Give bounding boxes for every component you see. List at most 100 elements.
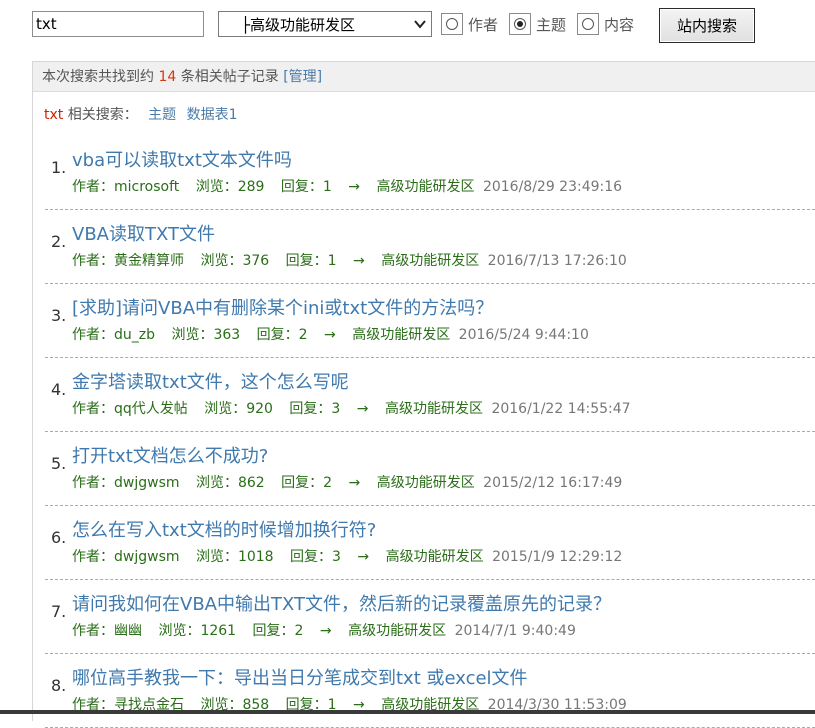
result-item: 1. vba可以读取txt文本文件吗 作者：microsoft 浏览：289 回… — [45, 136, 815, 210]
result-number: 6. — [51, 528, 67, 547]
result-date: 2015/1/9 12:29:12 — [492, 549, 623, 565]
radio-content[interactable]: 内容 — [577, 13, 634, 35]
result-date: 2016/8/29 23:49:16 — [482, 179, 623, 195]
result-author[interactable]: 作者：幽幽 — [72, 623, 142, 639]
result-views: 浏览：920 — [204, 401, 273, 417]
result-author[interactable]: 作者：dwjgwsm — [72, 475, 180, 491]
result-number: 3. — [51, 306, 67, 325]
search-button[interactable]: 站内搜索 — [659, 8, 755, 43]
keyword-input[interactable] — [32, 11, 204, 37]
result-title-link[interactable]: 打开txt文档怎么不成功? — [72, 442, 268, 468]
forum-select-value: ├高级功能研发区 — [241, 16, 356, 34]
result-forum-link[interactable]: 高级功能研发区 — [385, 401, 483, 417]
summary-prefix: 本次搜索共找到约 — [42, 69, 154, 85]
result-author[interactable]: 作者：黄金精算师 — [72, 253, 184, 269]
search-bar: ├高级功能研发区 作者 主题 内容 站内搜索 — [0, 0, 815, 52]
result-date: 2016/5/24 9:44:10 — [458, 327, 589, 343]
radio-content-control[interactable] — [577, 13, 599, 35]
result-author[interactable]: 作者：microsoft — [72, 179, 179, 195]
result-count: 14 — [158, 69, 177, 85]
arrow-icon: → — [356, 401, 369, 417]
result-meta: 作者：dwjgwsm 浏览：1018 回复：3 → 高级功能研发区 2015/1… — [72, 546, 622, 566]
result-number: 8. — [51, 676, 67, 695]
manage-link[interactable]: [管理] — [283, 69, 322, 85]
result-title-link[interactable]: [求助]请问VBA中有删除某个ini或txt文件的方法吗？ — [72, 294, 493, 320]
result-item: 2. VBA读取TXT文件 作者：黄金精算师 浏览：376 回复：1 → 高级功… — [45, 210, 815, 284]
result-date: 2016/7/13 17:26:10 — [487, 253, 627, 269]
result-meta: 作者：dwjgwsm 浏览：862 回复：2 → 高级功能研发区 2015/2/… — [72, 472, 622, 492]
result-item: 7. 请问我如何在VBA中输出TXT文件，然后新的记录覆盖原先的记录？ 作者：幽… — [45, 580, 815, 654]
result-forum-link[interactable]: 高级功能研发区 — [377, 475, 475, 491]
radio-dot-icon — [517, 21, 523, 27]
related-keyword: txt — [44, 107, 64, 123]
result-meta: 作者：黄金精算师 浏览：376 回复：1 → 高级功能研发区 2016/7/13… — [72, 250, 627, 270]
arrow-icon: → — [348, 475, 361, 491]
arrow-icon: → — [348, 179, 361, 195]
result-forum-link[interactable]: 高级功能研发区 — [348, 623, 446, 639]
result-number: 7. — [51, 602, 67, 621]
result-replies: 回复：2 — [256, 327, 308, 343]
result-meta: 作者：microsoft 浏览：289 回复：1 → 高级功能研发区 2016/… — [72, 176, 622, 196]
result-forum-link[interactable]: 高级功能研发区 — [386, 549, 484, 565]
radio-subject-label: 主题 — [536, 15, 567, 34]
result-title-link[interactable]: VBA读取TXT文件 — [72, 220, 215, 246]
result-replies: 回复：1 — [285, 253, 337, 269]
result-views: 浏览：1261 — [158, 623, 237, 639]
result-number: 4. — [51, 380, 67, 399]
result-number: 2. — [51, 232, 67, 251]
result-number: 1. — [51, 158, 67, 177]
radio-circle-icon — [582, 18, 594, 30]
result-forum-link[interactable]: 高级功能研发区 — [352, 327, 450, 343]
radio-author-label: 作者 — [468, 15, 499, 34]
radio-subject-control[interactable] — [509, 13, 531, 35]
radio-author-control[interactable] — [441, 13, 463, 35]
result-item: 8. 哪位高手教我一下：导出当日分笔成交到txt 或excel文件 作者：寻找点… — [45, 654, 815, 728]
arrow-icon: → — [324, 327, 336, 343]
forum-select[interactable]: ├高级功能研发区 — [218, 11, 432, 37]
result-views: 浏览：376 — [200, 253, 270, 269]
result-date: 2016/1/22 14:55:47 — [491, 401, 631, 417]
result-item: 3. [求助]请问VBA中有删除某个ini或txt文件的方法吗？ 作者：du_z… — [45, 284, 815, 358]
result-date: 2014/7/1 9:40:49 — [454, 623, 576, 639]
result-forum-link[interactable]: 高级功能研发区 — [376, 179, 474, 195]
chevron-down-icon — [413, 17, 427, 35]
result-title-link[interactable]: 金字塔读取txt文件，这个怎么写呢 — [72, 368, 349, 394]
result-views: 浏览：363 — [171, 327, 241, 343]
result-replies: 回复：1 — [280, 179, 332, 195]
result-item: 4. 金字塔读取txt文件，这个怎么写呢 作者：qq代人发帖 浏览：920 回复… — [45, 358, 815, 432]
radio-content-label: 内容 — [604, 15, 635, 34]
result-title-link[interactable]: 哪位高手教我一下：导出当日分笔成交到txt 或excel文件 — [72, 664, 528, 690]
result-views: 浏览：289 — [195, 179, 265, 195]
related-searches: txt 相关搜索： 主题 数据表1 — [44, 104, 238, 124]
result-forum-link[interactable]: 高级功能研发区 — [381, 253, 479, 269]
radio-circle-icon — [446, 18, 458, 30]
result-item: 5. 打开txt文档怎么不成功? 作者：dwjgwsm 浏览：862 回复：2 … — [45, 432, 815, 506]
arrow-icon: → — [357, 549, 370, 565]
result-author[interactable]: 作者：qq代人发帖 — [72, 401, 188, 417]
related-link-table[interactable]: 数据表1 — [187, 107, 238, 123]
results-panel: 本次搜索共找到约 14 条相关帖子记录 [管理] txt 相关搜索： 主题 数据… — [32, 61, 815, 728]
result-replies: 回复：2 — [252, 623, 304, 639]
result-meta: 作者：幽幽 浏览：1261 回复：2 → 高级功能研发区 2014/7/1 9:… — [72, 620, 576, 640]
radio-selected-icon — [514, 18, 526, 30]
radio-subject[interactable]: 主题 — [509, 13, 566, 35]
result-author[interactable]: 作者：dwjgwsm — [72, 549, 180, 565]
result-author[interactable]: 作者：du_zb — [72, 327, 155, 343]
related-label: 相关搜索： — [67, 107, 138, 123]
related-link-subject[interactable]: 主题 — [148, 107, 176, 123]
result-title-link[interactable]: 怎么在写入txt文档的时候增加换行符? — [72, 516, 376, 542]
taskbar-strip — [0, 710, 815, 714]
result-meta: 作者：du_zb 浏览：363 回复：2 → 高级功能研发区 2016/5/24… — [72, 324, 589, 344]
arrow-icon: → — [353, 253, 365, 269]
radio-author[interactable]: 作者 — [441, 13, 498, 35]
result-replies: 回复：3 — [290, 549, 341, 565]
result-title-link[interactable]: vba可以读取txt文本文件吗 — [72, 146, 292, 172]
result-views: 浏览：1018 — [195, 549, 274, 565]
result-date: 2015/2/12 16:17:49 — [483, 475, 623, 491]
search-summary: 本次搜索共找到约 14 条相关帖子记录 [管理] — [33, 62, 815, 92]
result-number: 5. — [51, 454, 67, 473]
summary-suffix: 条相关帖子记录 — [180, 69, 279, 85]
result-meta: 作者：qq代人发帖 浏览：920 回复：3 → 高级功能研发区 2016/1/2… — [72, 398, 631, 418]
result-title-link[interactable]: 请问我如何在VBA中输出TXT文件，然后新的记录覆盖原先的记录？ — [72, 590, 611, 616]
result-replies: 回复：2 — [281, 475, 333, 491]
